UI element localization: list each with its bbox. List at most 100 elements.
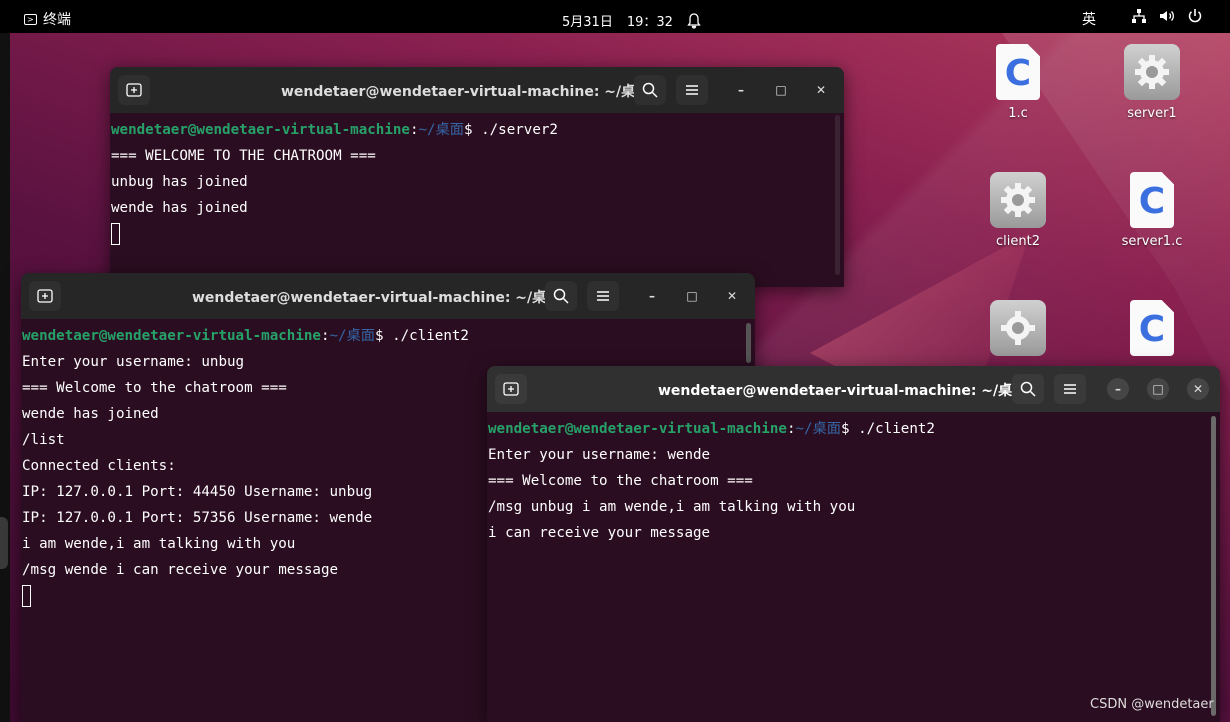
terminal-line: === Welcome to the chatroom === [22, 380, 287, 396]
gear-icon [990, 300, 1046, 356]
terminal-line: IP: 127.0.0.1 Port: 44450 Username: unbu… [22, 484, 373, 500]
new-tab-button[interactable] [118, 75, 150, 105]
top-bar: > 终端 5月31日 19：32 英 [0, 0, 1230, 33]
maximize-icon: □ [775, 83, 787, 97]
desktop-file-client2[interactable]: client2 [973, 172, 1063, 249]
close-button[interactable]: ✕ [810, 79, 832, 101]
terminal-window-server[interactable]: wendetaer@wendetaer-virtual-machine: ~/桌… [110, 67, 844, 287]
gear-icon [990, 172, 1046, 228]
close-button[interactable]: ✕ [1187, 378, 1209, 400]
scrollbar[interactable] [835, 115, 840, 275]
clock[interactable]: 5月31日 19：32 [562, 11, 701, 30]
desktop-file-server1c[interactable]: C server1.c [1107, 172, 1197, 249]
terminal-line: wende has joined [22, 406, 159, 422]
menu-button[interactable] [587, 281, 619, 311]
input-method-indicator[interactable]: 英 [1082, 9, 1096, 29]
time: 19：32 [626, 15, 673, 30]
hamburger-icon [686, 85, 698, 95]
search-button[interactable] [545, 281, 577, 311]
maximize-icon: □ [686, 289, 698, 303]
desktop-file-executable[interactable] [973, 300, 1063, 356]
menu-button[interactable] [1054, 374, 1086, 404]
c-file-icon: C [1130, 300, 1174, 356]
maximize-button[interactable]: □ [681, 285, 703, 307]
terminal-line: === Welcome to the chatroom === [488, 473, 753, 489]
new-tab-icon [37, 289, 53, 303]
text-cursor [111, 223, 120, 245]
window-title: wendetaer@wendetaer-virtual-machine: ~/桌… [192, 290, 561, 306]
minimize-button[interactable]: – [1107, 378, 1129, 400]
terminal-line: /msg unbug i am wende,i am talking with … [488, 499, 856, 515]
desktop-icon-label: 1.c [1008, 106, 1028, 121]
terminal-line: i am wende,i am talking with you [22, 536, 296, 552]
command: $ ./server2 [463, 122, 558, 138]
c-file-icon: C [1130, 172, 1174, 228]
text-cursor [22, 585, 31, 607]
minimize-icon: – [1115, 382, 1121, 396]
terminal-line: IP: 127.0.0.1 Port: 57356 Username: wend… [22, 510, 373, 526]
terminal-line: wende has joined [111, 200, 248, 216]
volume-icon [1160, 11, 1174, 21]
new-tab-button[interactable] [495, 374, 527, 404]
search-icon [642, 82, 658, 98]
new-tab-icon [503, 382, 519, 396]
watermark: CSDN @wendetaer [1090, 697, 1214, 712]
minimize-button[interactable]: – [730, 79, 752, 101]
close-icon: ✕ [1192, 382, 1204, 396]
search-button[interactable] [634, 75, 666, 105]
activities-app-menu[interactable]: > 终端 [24, 9, 71, 29]
terminal-line: /msg wende i can receive your message [22, 562, 339, 578]
desktop-icon-label: server1.c [1121, 234, 1183, 249]
maximize-button[interactable]: □ [770, 79, 792, 101]
terminal-line: Enter your username: wende [488, 447, 711, 463]
dock-edge [0, 33, 10, 722]
terminal-window-client-wende[interactable]: wendetaer@wendetaer-virtual-machine: ~/桌… [487, 366, 1220, 722]
minimize-icon: – [738, 83, 744, 97]
c-file-icon: C [996, 44, 1040, 100]
window-titlebar[interactable]: wendetaer@wendetaer-virtual-machine: ~/桌… [487, 366, 1220, 412]
new-tab-button[interactable] [29, 281, 61, 311]
terminal-output[interactable]: wendetaer@wendetaer-virtual-machine:~/桌面… [487, 412, 1220, 546]
window-titlebar[interactable]: wendetaer@wendetaer-virtual-machine: ~/桌… [21, 273, 755, 319]
bell-icon [687, 12, 701, 29]
close-icon: ✕ [815, 83, 827, 97]
command: $ ./client2 [374, 328, 469, 344]
prompt-user: wendetaer@wendetaer-virtual-machine [22, 328, 321, 344]
command: $ ./client2 [840, 421, 935, 437]
prompt-path: ~/桌面 [795, 421, 841, 437]
terminal-output[interactable]: wendetaer@wendetaer-virtual-machine:~/桌面… [110, 113, 844, 247]
close-button[interactable]: ✕ [721, 285, 743, 307]
prompt-user: wendetaer@wendetaer-virtual-machine [488, 421, 787, 437]
window-titlebar[interactable]: wendetaer@wendetaer-virtual-machine: ~/桌… [110, 67, 844, 113]
power-icon [1188, 9, 1202, 23]
window-title: wendetaer@wendetaer-virtual-machine: ~/桌… [281, 84, 650, 100]
desktop-icon-label: server1 [1127, 106, 1177, 121]
network-icon [1132, 9, 1146, 23]
close-icon: ✕ [726, 289, 738, 303]
terminal-line: Connected clients: [22, 458, 176, 474]
desktop-file-server1[interactable]: server1 [1107, 44, 1197, 121]
scrollbar[interactable] [1211, 416, 1216, 716]
prompt-path: ~/桌面 [329, 328, 375, 344]
desktop-file-c[interactable]: C [1107, 300, 1197, 356]
search-button[interactable] [1012, 374, 1044, 404]
terminal-line: i can receive your message [488, 525, 711, 541]
scrollbar[interactable] [746, 323, 751, 363]
system-tray[interactable] [1131, 8, 1203, 24]
maximize-button[interactable]: □ [1147, 378, 1169, 400]
date: 5月31日 [562, 15, 613, 30]
app-name: 终端 [43, 12, 71, 28]
maximize-icon: □ [1152, 382, 1164, 396]
terminal-line: unbug has joined [111, 174, 248, 190]
minimize-button[interactable]: – [641, 285, 663, 307]
hamburger-icon [597, 291, 609, 301]
window-title: wendetaer@wendetaer-virtual-machine: ~/桌… [658, 383, 1027, 399]
gear-icon [1124, 44, 1180, 100]
prompt-path: ~/桌面 [418, 122, 464, 138]
dock-handle[interactable] [0, 517, 8, 569]
desktop-file-1c[interactable]: C 1.c [973, 44, 1063, 121]
search-icon [553, 288, 569, 304]
hamburger-icon [1064, 384, 1076, 394]
menu-button[interactable] [676, 75, 708, 105]
new-tab-icon [126, 83, 142, 97]
